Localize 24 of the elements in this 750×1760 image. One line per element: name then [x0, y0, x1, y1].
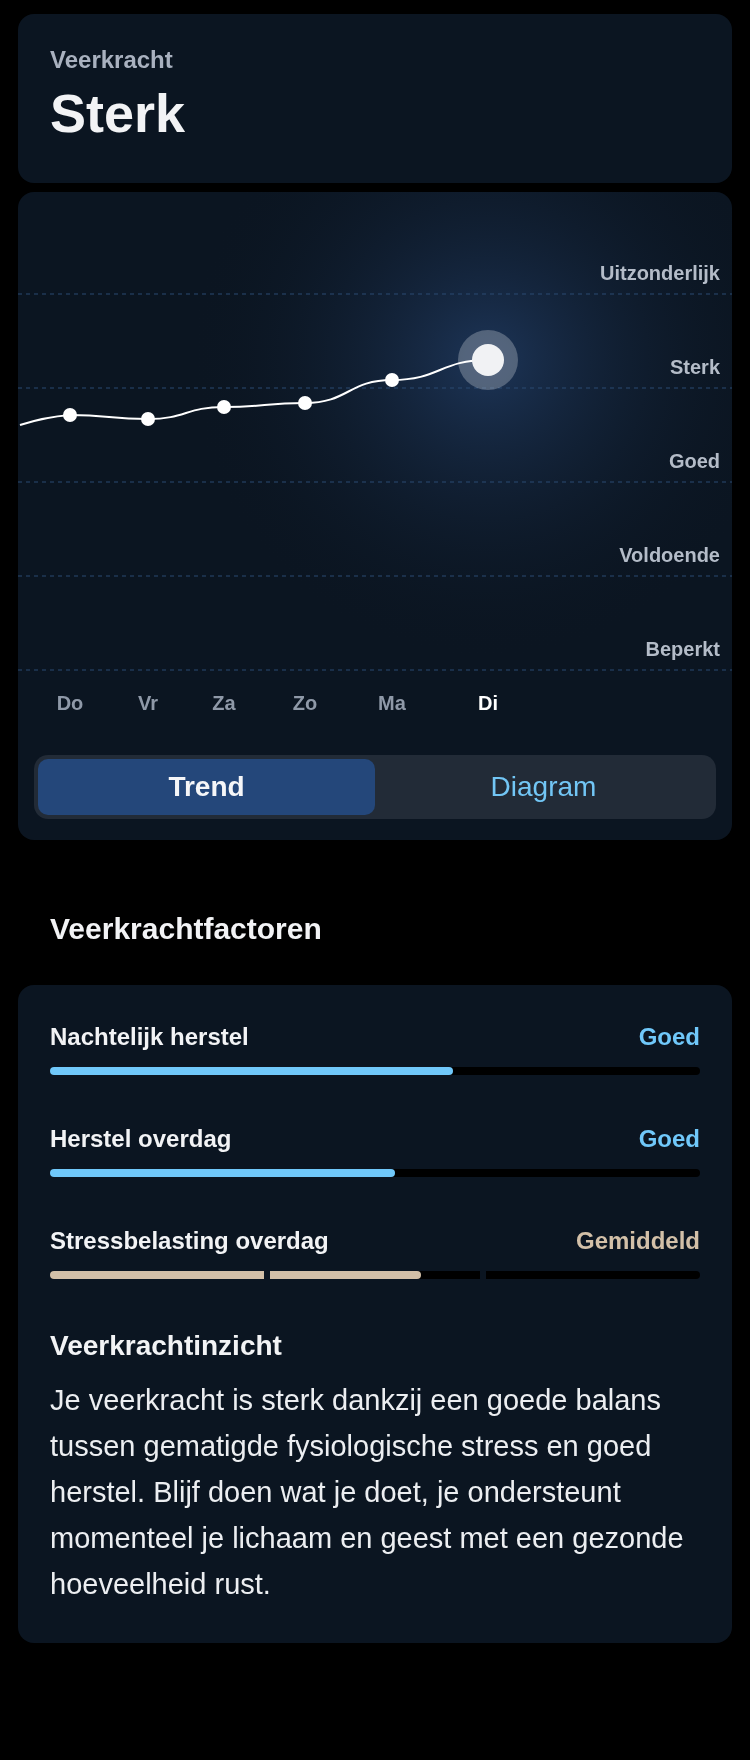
day-label: Do	[56, 692, 84, 714]
level-label: Goed	[668, 450, 720, 472]
day-label: Zo	[292, 692, 318, 714]
toggle-tab[interactable]: Diagram	[375, 759, 712, 815]
level-label: Sterk	[669, 356, 720, 378]
day-label: Vr	[138, 692, 158, 714]
factor-rating: Gemiddeld	[575, 1226, 700, 1256]
header-label: Veerkracht	[50, 48, 174, 72]
level-label: Uitzonderlijk	[600, 262, 720, 284]
day-label: Za	[212, 692, 236, 714]
section-heading: Veerkrachtfactoren	[50, 911, 323, 947]
factor-name: Nachtelijk herstel	[50, 1022, 249, 1052]
factor-rating: Goed	[638, 1022, 700, 1052]
insight-text: Je veerkracht is sterk dankzij een goede balans tussen gematigde fysiologische stress en goed herstel. Blijf doen wat je doet, je ondersteunt momenteel je lichaam en geest met een gezonde hoeveelheid rust.	[50, 1383, 685, 1602]
factor-rating: Goed	[638, 1124, 700, 1154]
factor-name: Stressbelasting overdag	[50, 1226, 329, 1256]
header-value: Sterk	[50, 86, 187, 140]
day-label: Di	[478, 692, 498, 714]
day-label: Ma	[378, 692, 406, 714]
toggle-tab[interactable]: Trend	[38, 759, 375, 815]
insight-title: Veerkrachtinzicht	[50, 1329, 283, 1363]
factor-name: Herstel overdag	[50, 1124, 232, 1154]
level-label: Voldoende	[619, 544, 720, 566]
level-label: Beperkt	[645, 638, 720, 660]
